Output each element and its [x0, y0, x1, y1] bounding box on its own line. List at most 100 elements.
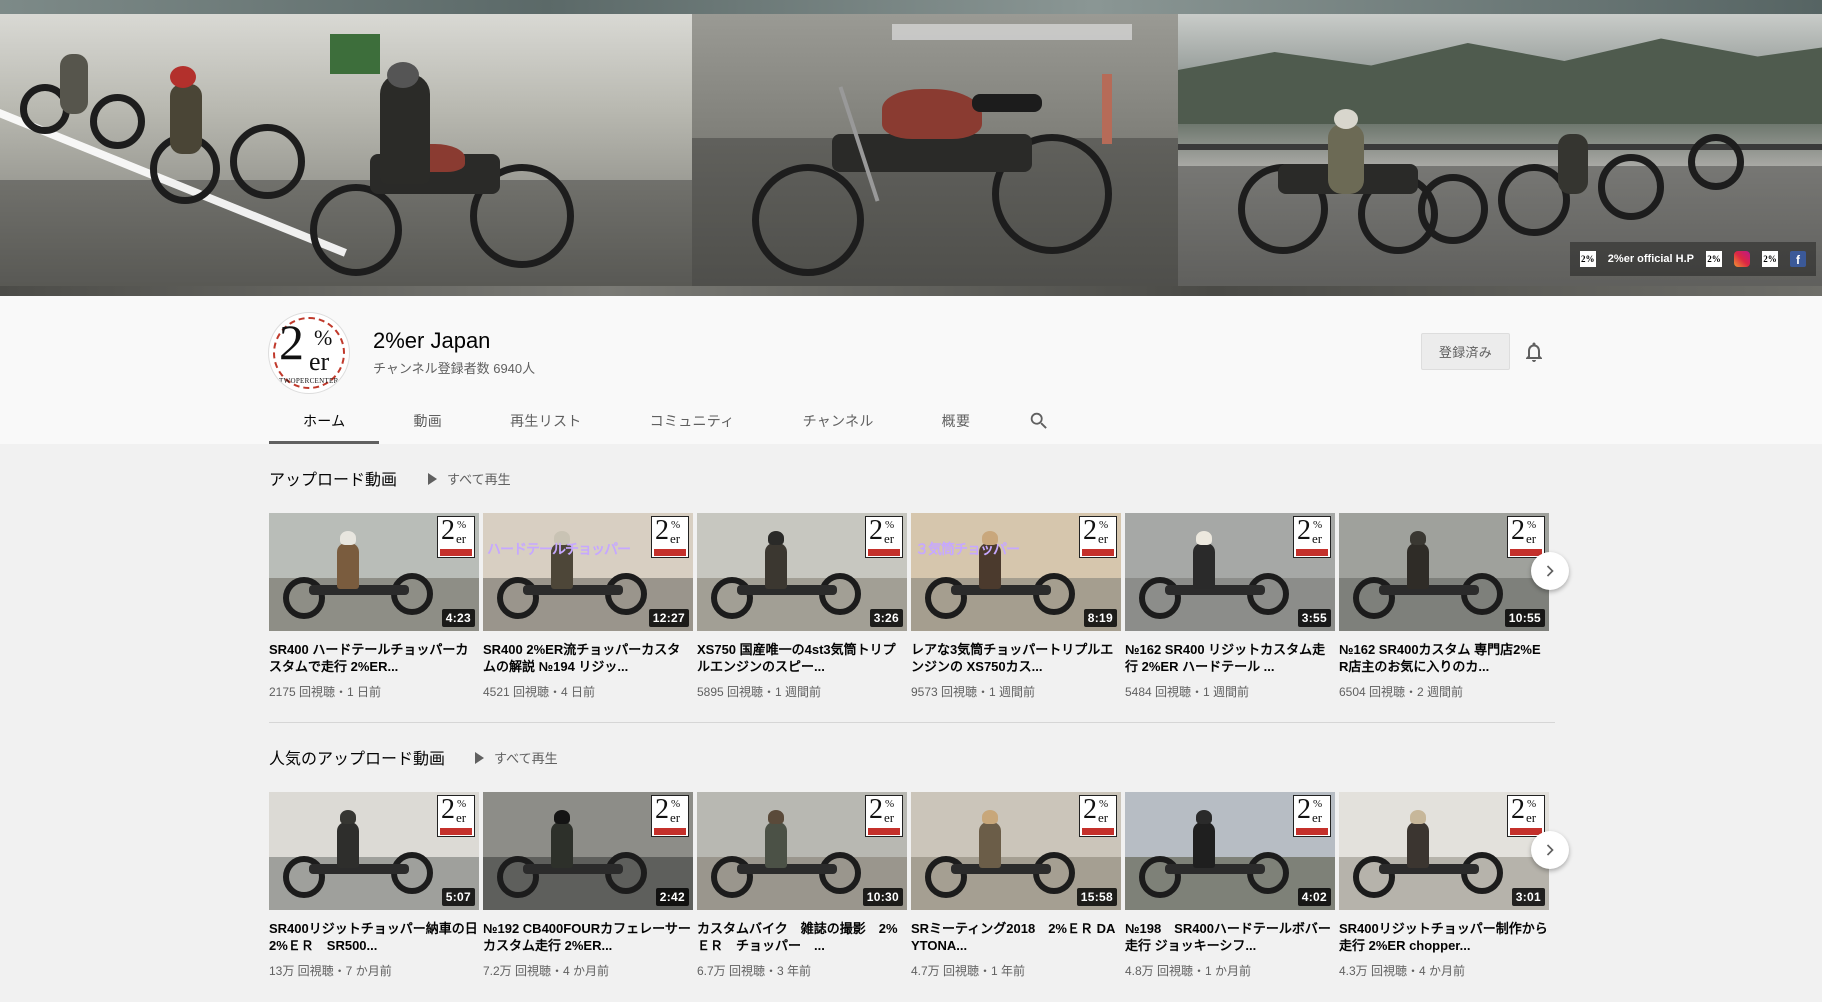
- video-title[interactable]: SR400 ハードテールチョッパーカスタムで走行 2%ER...: [269, 641, 479, 675]
- 2er-logo-icon[interactable]: 2%: [1706, 251, 1722, 267]
- video-card[interactable]: 2% er 2:42 №192 CB400FOURカフェレーサーカスタム走行 2%ER…: [483, 792, 693, 979]
- video-metadata: 4.3万 回視聴・4 か月前: [1339, 964, 1466, 978]
- subscribed-button[interactable]: 登録済み: [1421, 333, 1510, 370]
- video-title[interactable]: SR400リジットチョッパー制作から走行 2%ER chopper...: [1339, 920, 1549, 954]
- video-duration: 2:42: [655, 888, 689, 906]
- video-metadata: 13万 回視聴・7 か月前: [269, 964, 392, 978]
- video-metadata: 5895 回視聴・1 週間前: [697, 685, 822, 699]
- video-duration: 15:58: [1076, 888, 1117, 906]
- avatar[interactable]: 2 % er TWOPERCENTER: [268, 312, 350, 394]
- avatar-logo-subtext: TWOPERCENTER: [279, 377, 339, 385]
- video-thumbnail[interactable]: 2% er 5:07: [269, 792, 479, 910]
- video-card[interactable]: 2% er 10:55 №162 SR400カスタム 専門店2%ER店主のお気に入りの…: [1339, 513, 1549, 700]
- video-duration: 5:07: [441, 888, 475, 906]
- avatar-logo-er: er: [309, 347, 330, 376]
- uploads-shelf: 2% er 4:23 SR400 ハードテールチョッパーカスタムで走行 2%ER...…: [269, 513, 1559, 703]
- banner-photo-group-ride: [0, 14, 692, 290]
- banner-link-official-hp[interactable]: 2%er official H.P: [1608, 253, 1694, 265]
- banner-links[interactable]: 2% 2%er official H.P 2% 2% f: [1569, 242, 1816, 276]
- video-metadata: 4521 回視聴・4 日前: [483, 685, 596, 699]
- chevron-right-icon: [1546, 565, 1554, 577]
- play-all-label: すべて再生: [494, 751, 558, 766]
- video-duration: 3:01: [1511, 888, 1545, 906]
- video-thumbnail[interactable]: 2% er 10:55: [1339, 513, 1549, 631]
- 2er-logo-icon: 2% er: [651, 516, 689, 558]
- video-title[interactable]: レアな3気筒チョッパートリプルエンジンの XS750カス...: [911, 641, 1121, 675]
- 2er-logo-icon: 2% er: [1507, 795, 1545, 837]
- video-duration: 10:30: [862, 888, 903, 906]
- video-duration: 4:02: [1297, 888, 1331, 906]
- video-card[interactable]: 2% er 4:23 SR400 ハードテールチョッパーカスタムで走行 2%ER...…: [269, 513, 479, 700]
- video-title[interactable]: №192 CB400FOURカフェレーサーカスタム走行 2%ER...: [483, 920, 693, 954]
- video-card[interactable]: 2% er 5:07 SR400リジットチョッパー納車の日 2%ＥＲ SR500...…: [269, 792, 479, 979]
- video-duration: 4:23: [441, 609, 475, 627]
- video-duration: 8:19: [1083, 609, 1117, 627]
- video-title[interactable]: SR400リジットチョッパー納車の日 2%ＥＲ SR500...: [269, 920, 479, 954]
- video-card[interactable]: 2% er 4:02 №198 SR400ハードテールボバー走行 ジョッキーシフ...…: [1125, 792, 1335, 979]
- banner-photo-parked-bike: [692, 14, 1178, 290]
- video-thumbnail[interactable]: 2% er 10:30: [697, 792, 907, 910]
- shelf-next-button[interactable]: [1531, 552, 1569, 590]
- channel-tabs: ホーム 動画 再生リスト コミュニティ チャンネル 概要: [269, 398, 1074, 444]
- tab-home[interactable]: ホーム: [269, 398, 380, 444]
- play-all-uploads[interactable]: すべて再生: [428, 469, 511, 488]
- video-card[interactable]: 2% er 10:30 カスタムバイク 雑誌の撮影 2%ＥＲ チョッパー ... 6.7…: [697, 792, 907, 979]
- 2er-logo-icon: 2% er: [437, 795, 475, 837]
- video-card[interactable]: ハードテールチョッパー 2% er 12:27 SR400 2%ER流チョッパーカスタム…: [483, 513, 693, 700]
- video-thumbnail[interactable]: 2% er 15:58: [911, 792, 1121, 910]
- tab-about[interactable]: 概要: [908, 398, 1005, 444]
- 2er-logo-icon: 2% er: [1507, 516, 1545, 558]
- video-thumbnail[interactable]: 2% er 3:55: [1125, 513, 1335, 631]
- play-icon: [475, 751, 484, 764]
- bell-icon[interactable]: [1522, 340, 1546, 364]
- video-thumbnail[interactable]: ハードテールチョッパー 2% er 12:27: [483, 513, 693, 631]
- tab-community[interactable]: コミュニティ: [616, 398, 769, 444]
- thumbnail-overlay-text: ３気筒チョッパー: [915, 541, 1020, 557]
- 2er-logo-icon: 2% er: [1079, 516, 1117, 558]
- section-title-uploads: アップロード動画: [269, 472, 398, 489]
- video-card[interactable]: 2% er 3:55 №162 SR400 リジットカスタム走行 2%ER ハードテー…: [1125, 513, 1335, 700]
- play-all-popular[interactable]: すべて再生: [475, 748, 558, 767]
- video-thumbnail[interactable]: 2% er 2:42: [483, 792, 693, 910]
- video-title[interactable]: №162 SR400カスタム 専門店2%ER店主のお気に入りのカ...: [1339, 641, 1549, 675]
- channel-header: 2 % er TWOPERCENTER 2%er Japan チャンネル登録者数…: [0, 296, 1822, 444]
- video-metadata: 4.7万 回視聴・1 年前: [911, 964, 1026, 978]
- video-thumbnail[interactable]: 2% er 3:26: [697, 513, 907, 631]
- video-card[interactable]: ３気筒チョッパー 2% er 8:19 レアな3気筒チョッパートリプルエンジンの XS7…: [911, 513, 1121, 700]
- tab-channels[interactable]: チャンネル: [769, 398, 908, 444]
- tab-videos[interactable]: 動画: [379, 398, 476, 444]
- tab-playlists[interactable]: 再生リスト: [476, 398, 616, 444]
- channel-banner: 2% 2%er official H.P 2% 2% f: [0, 0, 1822, 296]
- video-title[interactable]: №198 SR400ハードテールボバー走行 ジョッキーシフ...: [1125, 920, 1335, 954]
- video-title[interactable]: カスタムバイク 雑誌の撮影 2%ＥＲ チョッパー ...: [697, 920, 907, 954]
- 2er-logo-icon: 2% er: [651, 795, 689, 837]
- video-duration: 3:26: [869, 609, 903, 627]
- video-metadata: 2175 回視聴・1 日前: [269, 685, 382, 699]
- 2er-logo-icon: 2% er: [437, 516, 475, 558]
- video-thumbnail[interactable]: 2% er 4:23: [269, 513, 479, 631]
- video-card[interactable]: 2% er 15:58 SRミーティング2018 2%ＥＲ DAYTONA... 4.7…: [911, 792, 1121, 979]
- facebook-icon[interactable]: f: [1790, 251, 1806, 267]
- instagram-icon[interactable]: [1734, 251, 1750, 267]
- section-title-popular: 人気のアップロード動画: [269, 751, 446, 768]
- video-card[interactable]: 2% er 3:01 SR400リジットチョッパー制作から走行 2%ER choppe…: [1339, 792, 1549, 979]
- popular-shelf: 2% er 5:07 SR400リジットチョッパー納車の日 2%ＥＲ SR500...…: [269, 792, 1559, 982]
- shelf-next-button[interactable]: [1531, 831, 1569, 869]
- thumbnail-overlay-text: ハードテールチョッパー: [487, 541, 631, 557]
- 2er-logo-icon: 2% er: [1293, 795, 1331, 837]
- video-duration: 10:55: [1504, 609, 1545, 627]
- video-thumbnail[interactable]: 2% er 3:01: [1339, 792, 1549, 910]
- video-title[interactable]: №162 SR400 リジットカスタム走行 2%ER ハードテール ...: [1125, 641, 1335, 675]
- channel-name: 2%er Japan: [373, 328, 491, 353]
- video-title[interactable]: XS750 国産唯一の4st3気筒トリプルエンジンのスピー...: [697, 641, 907, 675]
- video-thumbnail[interactable]: ３気筒チョッパー 2% er 8:19: [911, 513, 1121, 631]
- 2er-logo-icon: 2% er: [1293, 516, 1331, 558]
- 2er-logo-icon[interactable]: 2%: [1762, 251, 1778, 267]
- video-title[interactable]: SRミーティング2018 2%ＥＲ DAYTONA...: [911, 920, 1121, 954]
- 2er-logo-icon: 2% er: [865, 795, 903, 837]
- channel-search-button[interactable]: [1004, 398, 1074, 444]
- video-thumbnail[interactable]: 2% er 4:02: [1125, 792, 1335, 910]
- video-metadata: 4.8万 回視聴・1 か月前: [1125, 964, 1252, 978]
- video-card[interactable]: 2% er 3:26 XS750 国産唯一の4st3気筒トリプルエンジンのスピー...…: [697, 513, 907, 700]
- video-title[interactable]: SR400 2%ER流チョッパーカスタムの解説 №194 リジッ...: [483, 641, 693, 675]
